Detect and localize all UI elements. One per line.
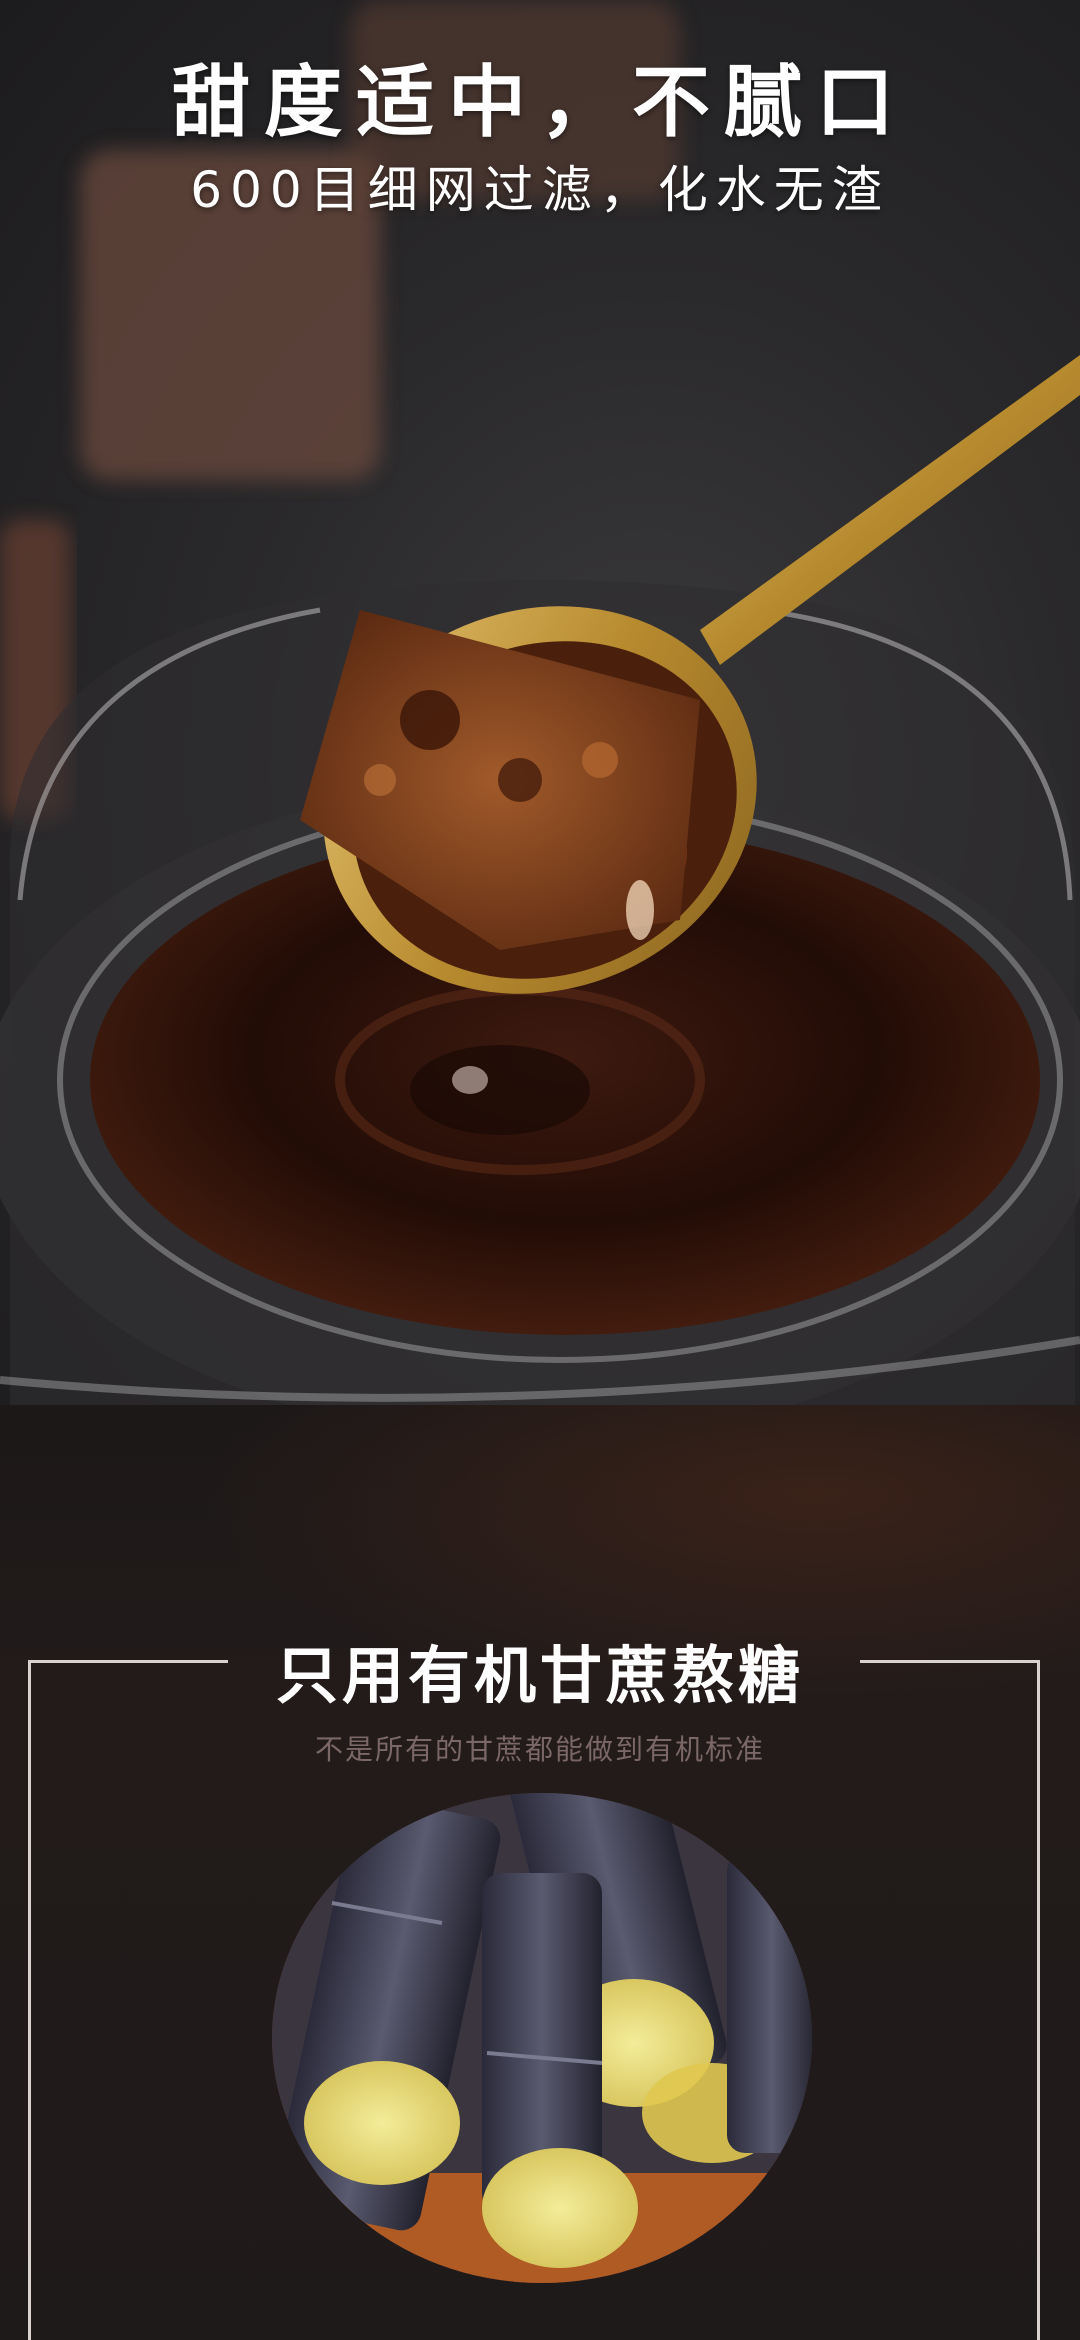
hero-title: 甜度适中，不腻口	[171, 58, 908, 148]
sugarcane-photo-icon	[272, 1793, 812, 2283]
section-title: 只用有机甘蔗熬糖	[275, 1639, 804, 1712]
hero-subtitle: 600目细网过滤，化水无渣	[190, 161, 890, 219]
hero-banner: 甜度适中，不腻口 600目细网过滤，化水无渣	[0, 0, 1080, 1405]
product-detail-page: 甜度适中，不腻口 600目细网过滤，化水无渣 只用有机甘蔗熬糖 不是所有的甘蔗都…	[0, 0, 1080, 2340]
section-subtitle: 不是所有的甘蔗都能做到有机标准	[314, 1733, 765, 1766]
